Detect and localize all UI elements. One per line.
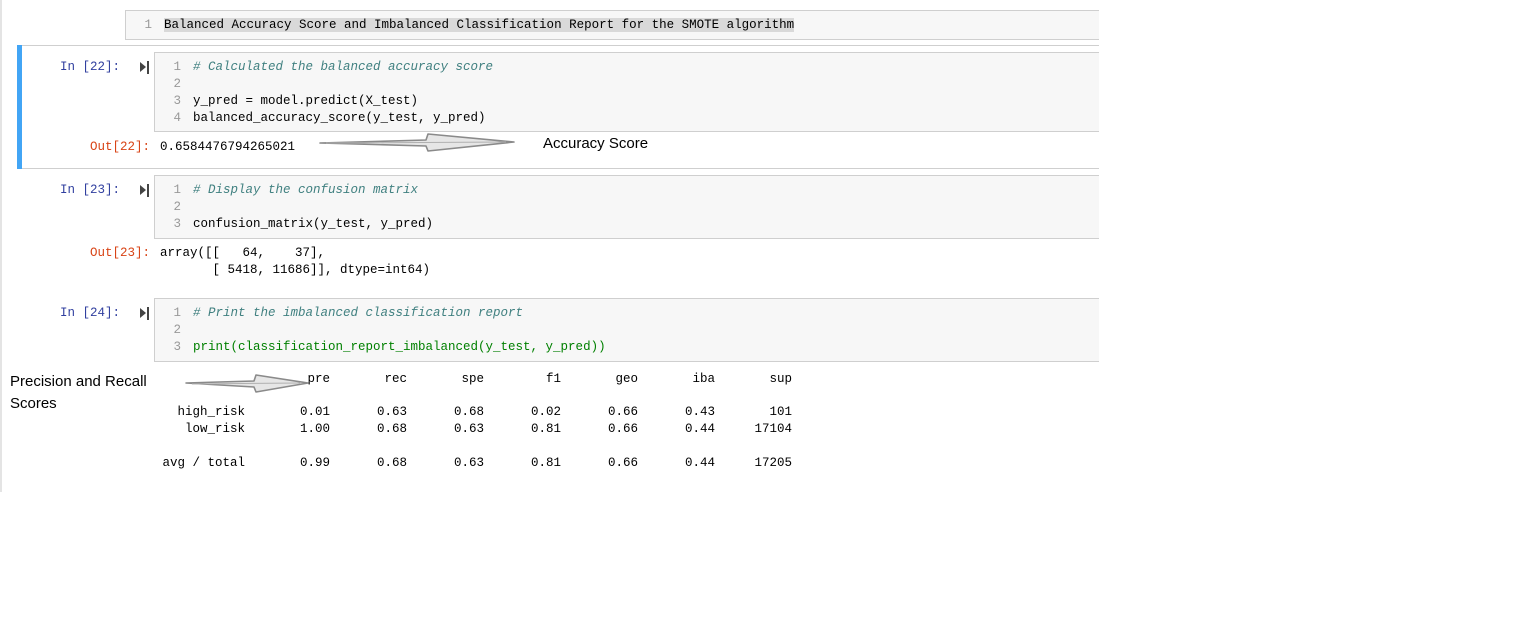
report-cell: 0.66 <box>607 405 638 419</box>
cell-22-input-prompt: In [22]: <box>59 60 120 74</box>
report-cell: 0.81 <box>530 456 561 470</box>
cell-24-code-editor[interactable]: 1 # Print the imbalanced classification … <box>154 298 1099 362</box>
cell-23-input-prompt: In [23]: <box>59 183 120 197</box>
report-cell: 17104 <box>754 422 792 436</box>
report-cell: 0.63 <box>453 456 484 470</box>
report-cell: 0.43 <box>684 405 715 419</box>
code-line: balanced_accuracy_score(y_test, y_pred) <box>193 111 486 125</box>
line-number: 2 <box>173 323 181 337</box>
line-number: 1 <box>173 60 181 74</box>
report-cell: 0.44 <box>684 456 715 470</box>
accuracy-score-output: 0.6584476794265021 <box>160 140 296 154</box>
markdown-cell-editor[interactable]: 1 Balanced Accuracy Score and Imbalanced… <box>125 10 1099 40</box>
accuracy-score-annotation: Accuracy Score <box>543 135 649 152</box>
precision-recall-annotation-line1: Precision and Recall <box>10 373 147 390</box>
report-cell: 1.00 <box>299 422 330 436</box>
cell-23-code-editor[interactable]: 1 # Display the confusion matrix 2 3 con… <box>154 175 1099 239</box>
cell-22-code-editor[interactable]: 1 # Calculated the balanced accuracy sco… <box>154 52 1099 132</box>
report-cell: 0.02 <box>530 405 561 419</box>
report-header-f1: f1 <box>545 372 561 386</box>
report-cell: 101 <box>769 405 792 419</box>
code-line: # Calculated the balanced accuracy score <box>193 60 494 74</box>
report-cell: 0.01 <box>299 405 330 419</box>
code-line: y_pred = model.predict(X_test) <box>193 94 419 108</box>
run-cell-icon[interactable] <box>140 307 149 320</box>
cell-24-input-prompt: In [24]: <box>59 306 120 320</box>
confusion-matrix-output-line: [ 5418, 11686]], dtype=int64) <box>160 263 431 277</box>
line-number: 3 <box>173 94 181 108</box>
report-row-label: avg / total <box>162 456 245 470</box>
report-cell: 0.66 <box>607 422 638 436</box>
precision-recall-annotation-line2: Scores <box>10 395 57 412</box>
report-header-rec: rec <box>384 372 407 386</box>
report-row-label: high_risk <box>177 405 245 419</box>
markdown-text[interactable]: Balanced Accuracy Score and Imbalanced C… <box>164 17 795 34</box>
report-cell: 0.68 <box>376 422 407 436</box>
arrow-annotation-icon <box>319 133 515 152</box>
line-number: 2 <box>173 200 181 214</box>
report-header-pre: pre <box>307 372 330 386</box>
line-number: 1 <box>173 306 181 320</box>
report-cell: 0.81 <box>530 422 561 436</box>
report-cell: 0.66 <box>607 456 638 470</box>
code-line: # Display the confusion matrix <box>193 183 419 197</box>
report-header-iba: iba <box>692 372 715 386</box>
report-cell: 0.63 <box>376 405 407 419</box>
run-cell-icon[interactable] <box>140 184 149 197</box>
line-number: 2 <box>173 77 181 91</box>
cell-22-output-prompt: Out[22]: <box>89 140 150 154</box>
report-cell: 17205 <box>754 456 792 470</box>
confusion-matrix-output-line: array([[ 64, 37], <box>160 246 326 260</box>
code-line: confusion_matrix(y_test, y_pred) <box>193 217 434 231</box>
report-cell: 0.99 <box>299 456 330 470</box>
report-cell: 0.68 <box>376 456 407 470</box>
report-header-geo: geo <box>615 372 638 386</box>
report-header-spe: spe <box>461 372 484 386</box>
code-line: print(classification_report_imbalanced(y… <box>193 340 606 354</box>
report-cell: 0.44 <box>684 422 715 436</box>
report-row-label: low_risk <box>184 422 245 436</box>
line-number: 1 <box>173 183 181 197</box>
report-header-sup: sup <box>769 372 792 386</box>
cell-23-output-prompt: Out[23]: <box>89 246 150 260</box>
line-number: 1 <box>144 18 152 32</box>
code-line: # Print the imbalanced classification re… <box>193 306 524 320</box>
report-cell: 0.63 <box>453 422 484 436</box>
line-number: 3 <box>173 217 181 231</box>
run-cell-icon[interactable] <box>140 61 149 74</box>
line-number: 4 <box>173 111 181 125</box>
line-number: 3 <box>173 340 181 354</box>
report-cell: 0.68 <box>453 405 484 419</box>
